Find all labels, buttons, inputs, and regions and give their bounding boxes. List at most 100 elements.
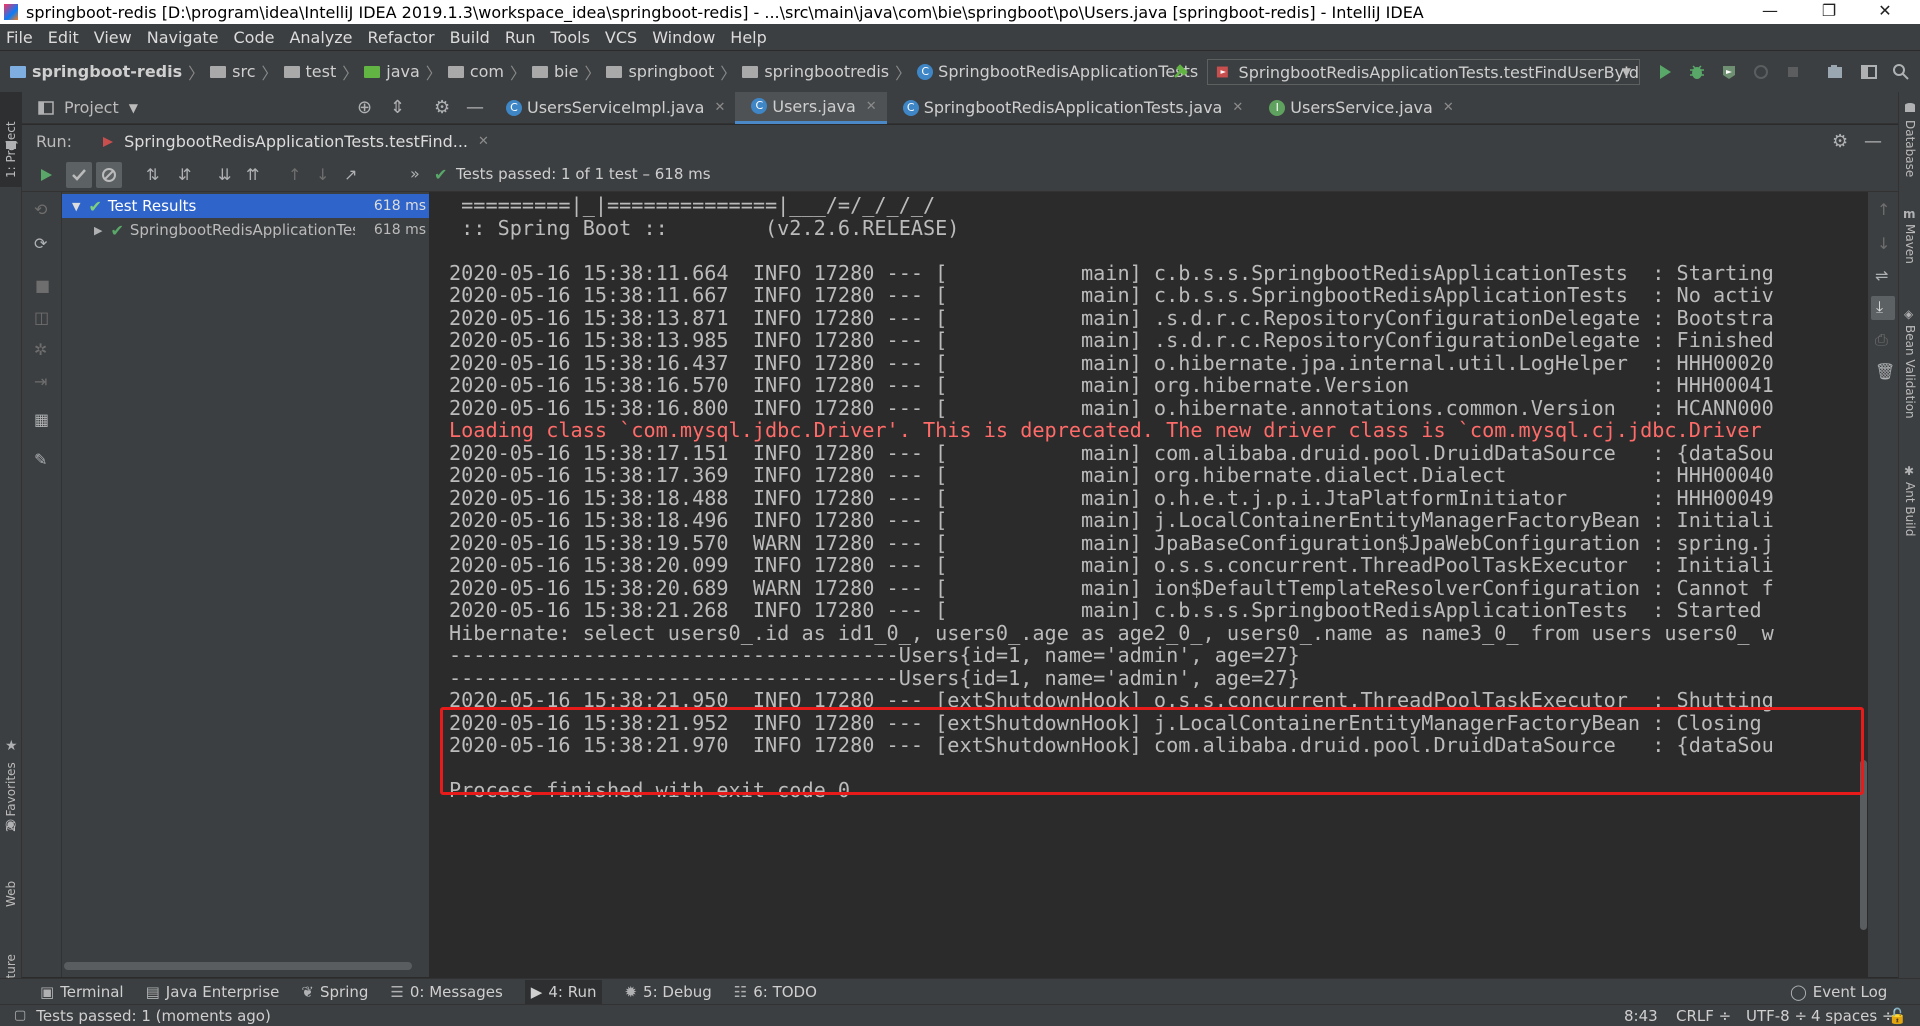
menu-navigate[interactable]: Navigate <box>140 28 227 47</box>
export-results-icon[interactable]: ↗ <box>344 165 357 184</box>
menu-view[interactable]: View <box>87 28 140 47</box>
menu-analyze[interactable]: Analyze <box>282 28 360 47</box>
sort-by-duration-icon[interactable]: ⇵ <box>178 165 191 184</box>
chevron-down-icon[interactable]: ▼ <box>129 101 138 115</box>
sort-alphabetically-icon[interactable]: ⇅ <box>146 165 159 184</box>
close-icon[interactable]: ✕ <box>1443 100 1454 115</box>
breadcrumb-project[interactable]: springboot-redis 〉 <box>10 60 204 84</box>
tab-usersserviceimpl[interactable]: C UsersServiceImpl.java ✕ <box>490 92 735 124</box>
line-separator[interactable]: CRLF ÷ <box>1676 1007 1731 1025</box>
next-failed-icon[interactable]: ↓ <box>316 165 329 184</box>
menu-run[interactable]: Run <box>498 28 544 47</box>
close-icon[interactable]: ✕ <box>714 100 725 115</box>
tree-row-test-class[interactable]: ▶ ✔ SpringbootRedisApplicationTes 618 ms <box>62 218 429 242</box>
tool-todo[interactable]: ☷ 6: TODO <box>734 983 817 1001</box>
hide-icon[interactable]: — <box>466 97 484 118</box>
breadcrumb-springbootredis[interactable]: springbootredis 〉 <box>742 60 911 84</box>
menu-help[interactable]: Help <box>723 28 774 47</box>
tool-window-ant-build[interactable]: Ant Build <box>1903 482 1917 536</box>
run-configuration-selector[interactable]: SpringbootRedisApplicationTests.testFind… <box>1207 59 1640 85</box>
menu-refactor[interactable]: Refactor <box>361 28 443 47</box>
horizontal-scrollbar[interactable] <box>64 962 412 970</box>
tool-messages[interactable]: ☰ 0: Messages <box>390 983 502 1001</box>
tab-springbootredisapplicationtests[interactable]: C SpringbootRedisApplicationTests.java ✕ <box>887 92 1254 124</box>
menu-build[interactable]: Build <box>443 28 498 47</box>
collapse-all-icon[interactable]: ⇈ <box>246 165 259 184</box>
tool-terminal[interactable]: ▣ Terminal <box>40 983 124 1001</box>
rerun-failed-icon[interactable]: ⟲ <box>34 200 47 219</box>
tab-users[interactable]: C Users.java ✕ <box>735 91 887 124</box>
collapse-all-icon[interactable]: ⇕ <box>390 97 405 118</box>
run-icon[interactable] <box>1656 63 1674 81</box>
tool-window-bean-validation[interactable]: Bean Validation <box>1903 325 1917 419</box>
up-arrow-icon[interactable]: ↑ <box>1877 200 1890 219</box>
close-icon[interactable]: ✕ <box>866 99 877 114</box>
search-icon[interactable] <box>1892 63 1910 81</box>
rerun-icon[interactable] <box>38 167 54 183</box>
vertical-scrollbar[interactable] <box>1859 192 1868 977</box>
build-hammer-icon[interactable] <box>1172 63 1190 81</box>
down-arrow-icon[interactable]: ↓ <box>1877 234 1890 253</box>
caret-position[interactable]: 8:43 <box>1624 1007 1658 1025</box>
menu-window[interactable]: Window <box>645 28 723 47</box>
indent-setting[interactable]: 4 spaces ÷ <box>1811 1007 1894 1025</box>
tool-java-enterprise[interactable]: ▤ Java Enterprise <box>146 983 280 1001</box>
tool-debug[interactable]: ✹ 5: Debug <box>624 983 711 1001</box>
scroll-to-end-toggle[interactable]: ⤓ <box>1871 296 1895 320</box>
close-icon[interactable]: ✕ <box>478 134 489 149</box>
stop-icon[interactable]: ■ <box>35 276 50 295</box>
show-ignored-toggle[interactable] <box>96 162 122 188</box>
print-icon[interactable]: ⎙ <box>1875 330 1888 350</box>
toggle-tool-windows-icon[interactable]: ▢ <box>14 1008 26 1023</box>
breadcrumb-java[interactable]: java 〉 <box>364 60 442 84</box>
expand-all-icon[interactable]: ⇊ <box>218 165 231 184</box>
gear-icon[interactable]: ⚙ <box>434 97 450 118</box>
project-structure-icon[interactable] <box>1826 63 1844 81</box>
breadcrumb-src[interactable]: src 〉 <box>210 60 278 84</box>
scrollbar-thumb[interactable] <box>1860 760 1867 930</box>
breadcrumb-bie[interactable]: bie 〉 <box>532 60 600 84</box>
file-encoding[interactable]: UTF-8 ÷ <box>1746 1007 1807 1025</box>
soft-wrap-icon[interactable]: ⇌ <box>1875 266 1888 285</box>
tool-run[interactable]: ▶ 4: Run <box>524 979 603 1004</box>
dump-threads-icon[interactable]: ◫ <box>34 308 49 327</box>
more-actions[interactable]: » <box>410 164 420 183</box>
locate-target-icon[interactable]: ⊕ <box>357 97 372 118</box>
breadcrumb-springboot[interactable]: springboot 〉 <box>606 60 736 84</box>
tool-window-database[interactable]: Database <box>1903 120 1917 177</box>
console-output[interactable]: =========|_|==============|___/=/_/_/_/ … <box>431 192 1859 977</box>
tool-event-log[interactable]: ◯ Event Log <box>1790 983 1887 1001</box>
project-panel-title[interactable]: Project <box>64 98 119 117</box>
menu-vcs[interactable]: VCS <box>598 28 645 47</box>
restore-button[interactable]: ❐ <box>1806 0 1852 24</box>
chevron-down-icon[interactable]: ▼ <box>72 200 80 213</box>
trash-icon[interactable]: 🗑 <box>1875 362 1895 381</box>
menu-code[interactable]: Code <box>227 28 283 47</box>
profiler-icon[interactable] <box>1752 63 1770 81</box>
breadcrumb-test-class[interactable]: C SpringbootRedisApplicationTests <box>917 62 1198 81</box>
pin-icon[interactable]: ✎ <box>34 450 47 469</box>
chevron-right-icon[interactable]: ▶ <box>94 224 102 237</box>
layout-icon[interactable] <box>1860 63 1878 81</box>
gear-icon[interactable]: ⚙ <box>1832 131 1848 152</box>
breadcrumb-test[interactable]: test 〉 <box>283 60 358 84</box>
tool-window-web[interactable]: Web <box>4 881 18 907</box>
lock-icon[interactable]: 🔓 <box>1888 1007 1907 1025</box>
hide-icon[interactable]: — <box>1864 131 1882 152</box>
exit-icon[interactable]: ⇥ <box>34 372 47 391</box>
minimize-button[interactable]: — <box>1747 0 1793 24</box>
layout-icon[interactable]: ▦ <box>34 410 49 429</box>
tree-row-test-results[interactable]: ▼ ✔ Test Results 618 ms <box>62 194 429 218</box>
previous-failed-icon[interactable]: ↑ <box>288 165 301 184</box>
run-with-coverage-icon[interactable] <box>1720 63 1738 81</box>
debug-icon[interactable] <box>1688 63 1706 81</box>
toggle-auto-test-icon[interactable]: ⟳ <box>34 234 47 253</box>
menu-file[interactable]: File <box>0 28 41 47</box>
tab-usersservice[interactable]: I UsersService.java ✕ <box>1253 92 1463 124</box>
settings-icon[interactable]: ✲ <box>34 340 47 359</box>
close-icon[interactable]: ✕ <box>1232 100 1243 115</box>
tool-window-maven[interactable]: Maven <box>1903 224 1917 264</box>
menu-tools[interactable]: Tools <box>544 28 598 47</box>
close-button[interactable]: ✕ <box>1862 0 1908 24</box>
stop-icon[interactable] <box>1784 63 1802 81</box>
